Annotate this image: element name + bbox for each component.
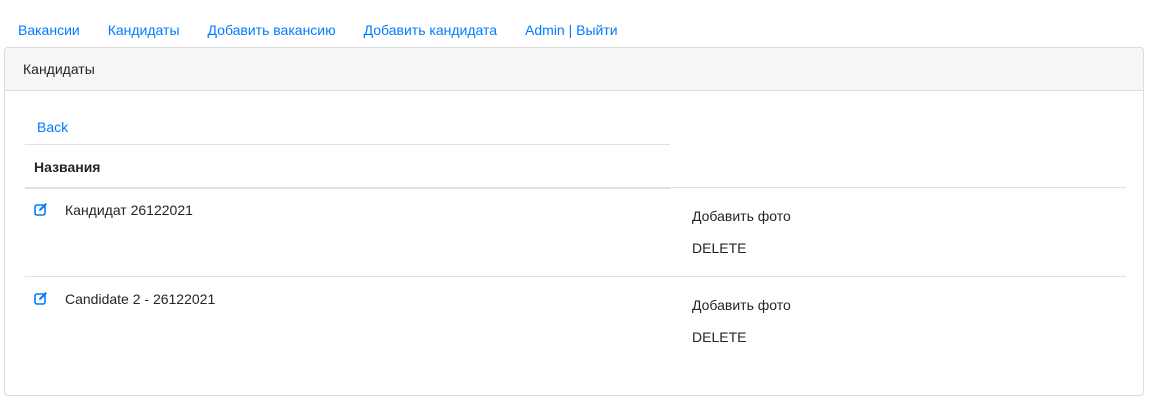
nav-link-candidates[interactable]: Кандидаты: [94, 19, 194, 41]
card-header: Кандидаты: [5, 48, 1143, 91]
table-row: Candidate 2 - 26122021 Добавить фото DEL…: [25, 276, 1126, 365]
add-photo-link[interactable]: Добавить фото: [692, 296, 791, 314]
nav-link-add-candidate[interactable]: Добавить кандидата: [350, 19, 511, 41]
edit-icon[interactable]: [34, 291, 48, 305]
edit-icon[interactable]: [34, 202, 48, 216]
nav-link-vacancies[interactable]: Вакансии: [4, 19, 94, 41]
column-header-names: Названия: [34, 159, 101, 175]
candidate-name: Candidate 2 - 26122021: [65, 291, 216, 307]
table-top-divider: [25, 144, 670, 145]
delete-link[interactable]: DELETE: [692, 328, 746, 346]
nav-link-admin-logout[interactable]: Admin | Выйти: [511, 19, 632, 41]
table-row: Кандидат 26122021 Добавить фото DELETE: [25, 187, 1126, 276]
add-photo-link[interactable]: Добавить фото: [692, 207, 791, 225]
top-nav: Вакансии Кандидаты Добавить вакансию Доб…: [4, 19, 632, 41]
back-link[interactable]: Back: [37, 118, 68, 136]
nav-link-add-vacancy[interactable]: Добавить вакансию: [194, 19, 350, 41]
candidates-card: Кандидаты Back Названия Кандидат 2612202…: [4, 47, 1144, 396]
candidate-name: Кандидат 26122021: [65, 202, 193, 218]
delete-link[interactable]: DELETE: [692, 239, 746, 257]
